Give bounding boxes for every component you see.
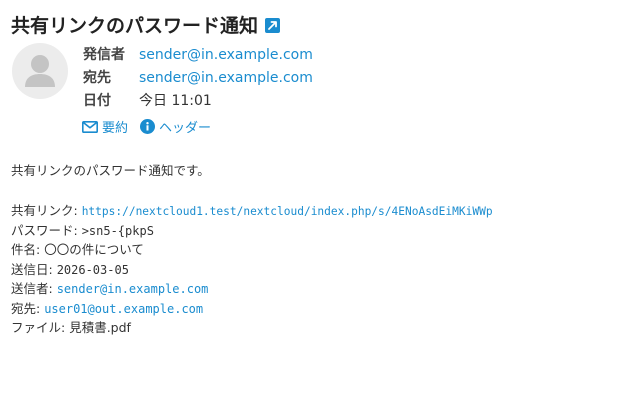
password-value: >sn5-{pkpS xyxy=(81,223,154,238)
date-value: 今日 11:01 xyxy=(139,93,212,109)
from-address-link[interactable]: sender@in.example.com xyxy=(139,44,313,67)
body-intro: 共有リンクのパスワード通知です。 xyxy=(11,163,210,178)
password-label: パスワード: xyxy=(11,222,82,238)
message-view: 共有リンクのパスワード通知 発信者 sender@in.example.com … xyxy=(0,0,621,402)
file-label: ファイル: xyxy=(11,320,70,335)
recipient-email-link[interactable]: user01@out.example.com xyxy=(44,302,203,316)
subject-label: 件名: xyxy=(11,242,45,257)
sender-email-link[interactable]: sender@in.example.com xyxy=(57,282,209,296)
message-meta: 発信者 sender@in.example.com 宛先 sender@in.e… xyxy=(83,44,313,113)
user-placeholder-icon xyxy=(12,43,68,99)
subject-line: 件名: 〇〇の件について xyxy=(11,240,493,260)
headers-button[interactable]: ヘッダー xyxy=(140,117,211,136)
sent-date-line: 送信日: 2026-03-05 xyxy=(11,260,493,280)
subject-row: 共有リンクのパスワード通知 xyxy=(11,11,281,38)
sender-label: 送信者: xyxy=(11,281,57,296)
file-name: 見積書.pdf xyxy=(69,320,131,335)
sender-line: 送信者: sender@in.example.com xyxy=(11,279,493,299)
summary-label: 要約 xyxy=(102,121,129,136)
summary-button[interactable]: 要約 xyxy=(82,117,128,136)
recipient-line: 宛先: user01@out.example.com xyxy=(11,299,493,319)
sent-date-label: 送信日: xyxy=(11,261,57,277)
subject-value: 〇〇の件について xyxy=(44,242,144,257)
info-icon xyxy=(140,119,156,134)
date-row: 日付 今日 11:01 xyxy=(83,90,313,113)
external-link-icon[interactable] xyxy=(265,18,281,33)
date-label: 日付 xyxy=(83,93,111,109)
to-row: 宛先 sender@in.example.com xyxy=(83,67,313,90)
share-link-label: 共有リンク: xyxy=(11,203,82,218)
headers-label: ヘッダー xyxy=(159,121,212,136)
envelope-icon xyxy=(82,120,98,133)
file-line: ファイル: 見積書.pdf xyxy=(11,318,493,338)
message-actions: 要約 ヘッダー xyxy=(82,117,223,136)
from-row: 発信者 sender@in.example.com xyxy=(83,44,313,67)
message-subject: 共有リンクのパスワード通知 xyxy=(11,15,259,37)
password-line: パスワード: >sn5-{pkpS xyxy=(11,221,493,241)
to-label: 宛先 xyxy=(83,70,111,86)
from-label: 発信者 xyxy=(83,47,125,63)
share-link-url[interactable]: https://nextcloud1.test/nextcloud/index.… xyxy=(82,205,493,218)
message-body: 共有リンクのパスワード通知です。 共有リンク: https://nextclou… xyxy=(11,161,493,338)
body-details: 共有リンク: https://nextcloud1.test/nextcloud… xyxy=(11,201,493,338)
recipient-label: 宛先: xyxy=(11,300,45,316)
share-link-line: 共有リンク: https://nextcloud1.test/nextcloud… xyxy=(11,201,493,221)
to-address-link[interactable]: sender@in.example.com xyxy=(139,67,313,90)
sent-date-value: 2026-03-05 xyxy=(56,262,129,277)
